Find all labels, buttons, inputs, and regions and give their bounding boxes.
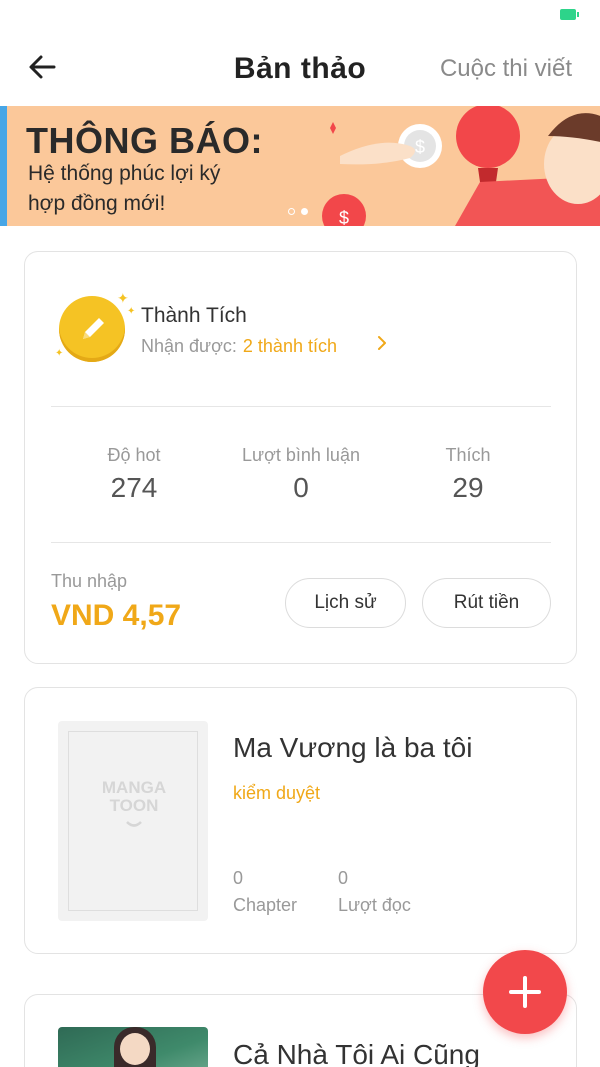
stat-label: Thích: [445, 445, 491, 465]
stat-value: 0: [293, 472, 309, 503]
writing-contest-link[interactable]: Cuộc thi viết: [440, 55, 572, 83]
stat-label: Độ hot: [107, 445, 161, 465]
book-card[interactable]: MANGA TOON Ma Vương là ba tôi kiểm duyệt…: [24, 687, 577, 954]
reads-count: 0: [338, 868, 349, 888]
pencil-medal-icon: [59, 296, 125, 362]
sparkle-icon: ✦: [117, 290, 129, 306]
chevron-right-icon[interactable]: [375, 334, 389, 352]
divider: [51, 406, 551, 407]
chapter-label: Chapter: [233, 895, 298, 915]
stat-value: 29: [452, 472, 484, 503]
status-bar: [0, 0, 600, 32]
banner-pagination: [288, 202, 314, 220]
logo-text-line-2: TOON: [109, 796, 159, 815]
author-stats-card: ✦ ✦ ✦ Thành Tích Nhận được: 2 thành tích …: [24, 251, 577, 664]
svg-text:$: $: [339, 208, 349, 226]
mangatoon-logo: MANGA TOON: [69, 779, 199, 833]
book-cover-image: [58, 1027, 208, 1067]
sparkle-icon: ✦: [55, 348, 64, 359]
stat-comments: Lượt bình luận 0: [218, 445, 384, 504]
stat-hotness: Độ hot 274: [51, 445, 217, 504]
stat-likes: Thích 29: [385, 445, 551, 504]
pagination-dot-active: [301, 208, 308, 215]
banner-title: THÔNG BÁO:: [26, 120, 263, 161]
achievements-title: Thành Tích: [141, 304, 247, 327]
banner-text-line-2: hợp đồng mới!: [28, 192, 166, 215]
create-new-button[interactable]: [483, 950, 567, 1034]
cover-art-face: [120, 1033, 150, 1065]
achievements-received[interactable]: Nhận được: 2 thành tích: [141, 336, 337, 357]
cover-frame: MANGA TOON: [68, 731, 198, 911]
chapter-count: 0: [233, 868, 244, 888]
stat-value: 274: [110, 472, 158, 503]
book-cover-placeholder: MANGA TOON: [58, 721, 208, 921]
logo-smile-icon: [126, 821, 142, 827]
book-title: Cả Nhà Tôi Ai Cũng: [233, 1039, 480, 1067]
achievements-received-label: Nhận được:: [141, 336, 237, 356]
book-chapter-stat: 0 Chapter: [233, 865, 297, 919]
battery-icon: [560, 9, 579, 20]
plus-icon: [509, 976, 541, 1008]
history-button[interactable]: Lịch sử: [285, 578, 406, 628]
svg-text:$: $: [415, 137, 425, 157]
book-status: kiểm duyệt: [233, 783, 321, 803]
top-bar: Bản thảo Cuộc thi viết: [0, 32, 600, 106]
banner-text-line-1: Hệ thống phúc lợi ký: [28, 162, 221, 185]
achievements-count[interactable]: 2 thành tích: [243, 336, 337, 356]
withdraw-button[interactable]: Rút tiền: [422, 578, 551, 628]
logo-text-line-1: MANGA: [101, 778, 167, 797]
sparkle-icon: ✦: [127, 306, 136, 317]
announcement-banner[interactable]: $ $ THÔNG BÁO: Hệ thống phúc lợi ký hợp …: [0, 106, 600, 226]
book-reads-stat: 0 Lượt đọc: [338, 865, 411, 919]
book-title: Ma Vương là ba tôi: [233, 732, 473, 763]
pagination-dot: [288, 208, 295, 215]
income-label: Thu nhập: [51, 571, 128, 591]
income-value: VND 4,57: [51, 599, 182, 632]
reads-label: Lượt đọc: [338, 895, 411, 915]
divider: [51, 542, 551, 543]
pencil-icon: [83, 318, 104, 339]
stat-label: Lượt bình luận: [242, 445, 360, 465]
